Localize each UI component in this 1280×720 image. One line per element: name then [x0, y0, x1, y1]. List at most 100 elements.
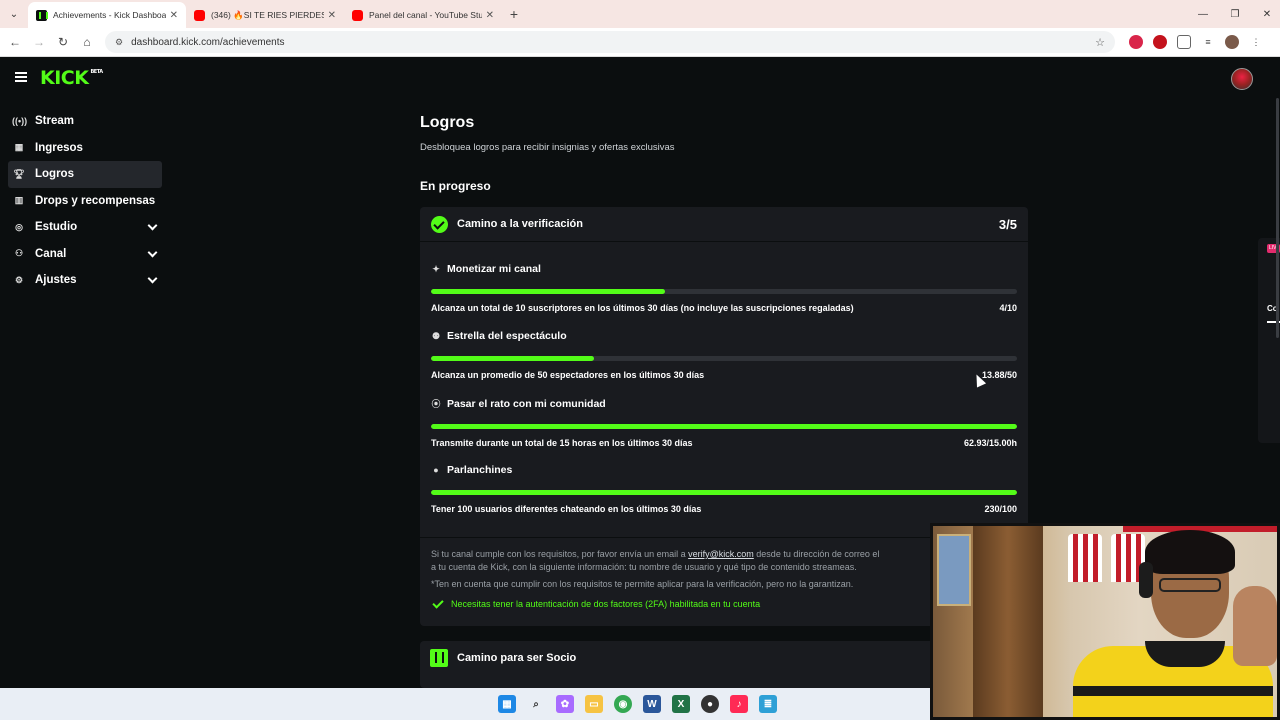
- tab-list-chevron-icon[interactable]: ⌄: [0, 0, 28, 28]
- webcam-shirt-stripe: [1073, 686, 1273, 696]
- top-navigation: KICK BETA: [0, 58, 1280, 98]
- studio-icon: ◎: [15, 221, 23, 232]
- close-tab-icon[interactable]: ✕: [328, 10, 336, 21]
- webcam-person-hand: [1233, 586, 1277, 666]
- sidebar-item-ajustes[interactable]: ⚙ Ajustes: [8, 267, 162, 294]
- hamburger-menu-icon[interactable]: [15, 72, 27, 82]
- card-title: Camino a la verificación: [457, 218, 583, 230]
- windows-start-icon[interactable]: ▦: [498, 695, 516, 713]
- windows-taskbar: ▦ ⌕ ✿ ▭ ◉ W X ● ♪ ≣: [0, 688, 930, 720]
- minimize-icon[interactable]: —: [1187, 9, 1219, 20]
- scrollbar-thumb[interactable]: [1276, 98, 1279, 338]
- info-text: Si tu canal cumple con los requisitos, p…: [431, 549, 689, 559]
- kick-logo[interactable]: KICK BETA: [40, 67, 103, 89]
- goal-title: Estrella del espectáculo: [447, 330, 567, 342]
- obs-icon[interactable]: ●: [701, 695, 719, 713]
- sidebar-item-ingresos[interactable]: ▦ Ingresos: [8, 135, 162, 162]
- file-explorer-icon[interactable]: ▭: [585, 695, 603, 713]
- webcam-poster: [937, 534, 971, 606]
- sidebar-item-label: Stream: [35, 115, 74, 128]
- requirement-text: Necesitas tener la autenticación de dos …: [451, 599, 761, 609]
- word-icon[interactable]: W: [643, 695, 661, 713]
- chevron-down-icon[interactable]: [147, 220, 158, 231]
- sidebar-item-label: Ajustes: [35, 274, 77, 287]
- url-text[interactable]: dashboard.kick.com/achievements: [131, 37, 1095, 48]
- bookmark-star-icon[interactable]: ☆: [1095, 36, 1105, 49]
- kick-k-icon: [430, 649, 448, 667]
- sidebar-item-estudio[interactable]: ◎ Estudio: [8, 214, 162, 241]
- gift-icon: ▥: [14, 195, 24, 206]
- browser-tab-youtube[interactable]: (346) 🔥SI TE RIES PIERDES NIV ✕: [186, 2, 344, 28]
- reload-icon[interactable]: ↻: [51, 35, 75, 49]
- webcam-overlay: [930, 523, 1280, 720]
- viewers-icon: ⚉: [431, 330, 441, 341]
- webcam-door: [973, 526, 1043, 717]
- sidebar-item-label: Logros: [35, 168, 74, 181]
- youtube-studio-favicon-icon: [352, 9, 363, 21]
- checkmark-icon: [432, 596, 444, 609]
- maximize-icon[interactable]: ❐: [1219, 9, 1251, 20]
- sidebar-item-canal[interactable]: ⚇ Canal: [8, 241, 162, 268]
- opera-extension-icon[interactable]: [1153, 35, 1167, 49]
- goal-value: 13.88/50: [981, 370, 1017, 380]
- trophy-icon: 🏆︎: [13, 168, 25, 179]
- close-window-icon[interactable]: ✕: [1251, 9, 1280, 20]
- card-title: Camino para ser Socio: [457, 652, 577, 664]
- progress-bar: [431, 289, 1017, 294]
- youtube-favicon-icon: [194, 9, 205, 21]
- chevron-down-icon[interactable]: [147, 273, 158, 284]
- broadcast-icon: ((•)): [12, 116, 28, 127]
- excel-icon[interactable]: X: [672, 695, 690, 713]
- goal-item: ⚉ Estrella del espectáculo Alcanza un pro…: [431, 330, 1017, 380]
- email-link[interactable]: verify@kick.com: [688, 549, 754, 559]
- browser-tab-youtube-studio[interactable]: Panel del canal - YouTube Studi ✕: [344, 2, 502, 28]
- sidebar-item-logros[interactable]: 🏆︎ Logros: [8, 161, 162, 188]
- tab-title: Panel del canal - YouTube Studi: [369, 10, 482, 20]
- extensions-puzzle-icon[interactable]: [1177, 35, 1191, 49]
- user-avatar[interactable]: [1231, 68, 1253, 90]
- progress-bar: [431, 356, 1017, 361]
- tab-title: Achievements - Kick Dashboard: [53, 10, 166, 20]
- notepad-icon[interactable]: ≣: [759, 695, 777, 713]
- close-tab-icon[interactable]: ✕: [170, 10, 178, 21]
- sidebar-item-label: Drops y recompensas: [35, 194, 156, 207]
- goal-value: 230/100: [984, 504, 1017, 514]
- copilot-icon[interactable]: ✿: [556, 695, 574, 713]
- new-tab-button[interactable]: +: [502, 6, 526, 22]
- webcam-person-glasses: [1159, 578, 1221, 592]
- home-icon[interactable]: ⌂: [75, 35, 99, 49]
- adblock-extension-icon[interactable]: [1129, 35, 1143, 49]
- logo-text: KICK: [40, 67, 89, 89]
- goal-description: Alcanza un promedio de 50 espectadores e…: [431, 370, 705, 380]
- goal-item: ⦿ Pasar el rato con mi comunidad Transmit…: [431, 397, 1017, 448]
- site-info-icon[interactable]: ⚙: [115, 37, 123, 48]
- browser-tab-kick[interactable]: Achievements - Kick Dashboard ✕: [28, 2, 186, 28]
- close-tab-icon[interactable]: ✕: [486, 10, 494, 21]
- chevron-down-icon[interactable]: [147, 247, 158, 257]
- tiktok-icon[interactable]: ♪: [730, 695, 748, 713]
- sidebar-item-drops[interactable]: ▥ Drops y recompensas: [8, 188, 162, 215]
- card-header[interactable]: Camino a la verificación 3/5: [420, 207, 1028, 242]
- sidebar-item-stream[interactable]: ((•)) Stream: [8, 108, 162, 135]
- goal-value: 62.93/15.00h: [963, 438, 1017, 448]
- tab-title: (346) 🔥SI TE RIES PIERDES NIV: [211, 9, 324, 20]
- chrome-icon[interactable]: ◉: [614, 695, 632, 713]
- goal-item: ● Parlanchines Tener 100 usuarios diferen…: [431, 464, 1017, 514]
- search-icon[interactable]: ⌕: [527, 695, 545, 713]
- profile-avatar-icon[interactable]: [1225, 35, 1239, 49]
- page-title: Logros: [420, 114, 475, 131]
- taskbar-icons: ▦ ⌕ ✿ ▭ ◉ W X ● ♪ ≣: [498, 695, 777, 713]
- extensions-area: ≡ ⋮: [1129, 35, 1263, 49]
- address-bar[interactable]: ⚙ dashboard.kick.com/achievements ☆: [105, 31, 1115, 53]
- goal-title: Pasar el rato con mi comunidad: [447, 397, 606, 410]
- menu-kebab-icon[interactable]: ⋮: [1249, 35, 1263, 49]
- back-icon[interactable]: ←: [3, 35, 27, 49]
- webcam-headset: [1139, 562, 1153, 598]
- chat-icon: ●: [433, 465, 439, 475]
- media-controls-icon[interactable]: ≡: [1201, 35, 1215, 49]
- section-title: En progreso: [420, 179, 491, 193]
- goal-item: ✦ Monetizar mi canal Alcanza un total de …: [431, 263, 1017, 313]
- forward-icon[interactable]: →: [27, 35, 51, 49]
- sidebar: ((•)) Stream ▦ Ingresos 🏆︎ Logros ▥ Drop…: [0, 108, 170, 294]
- goal-title: Parlanchines: [447, 464, 513, 476]
